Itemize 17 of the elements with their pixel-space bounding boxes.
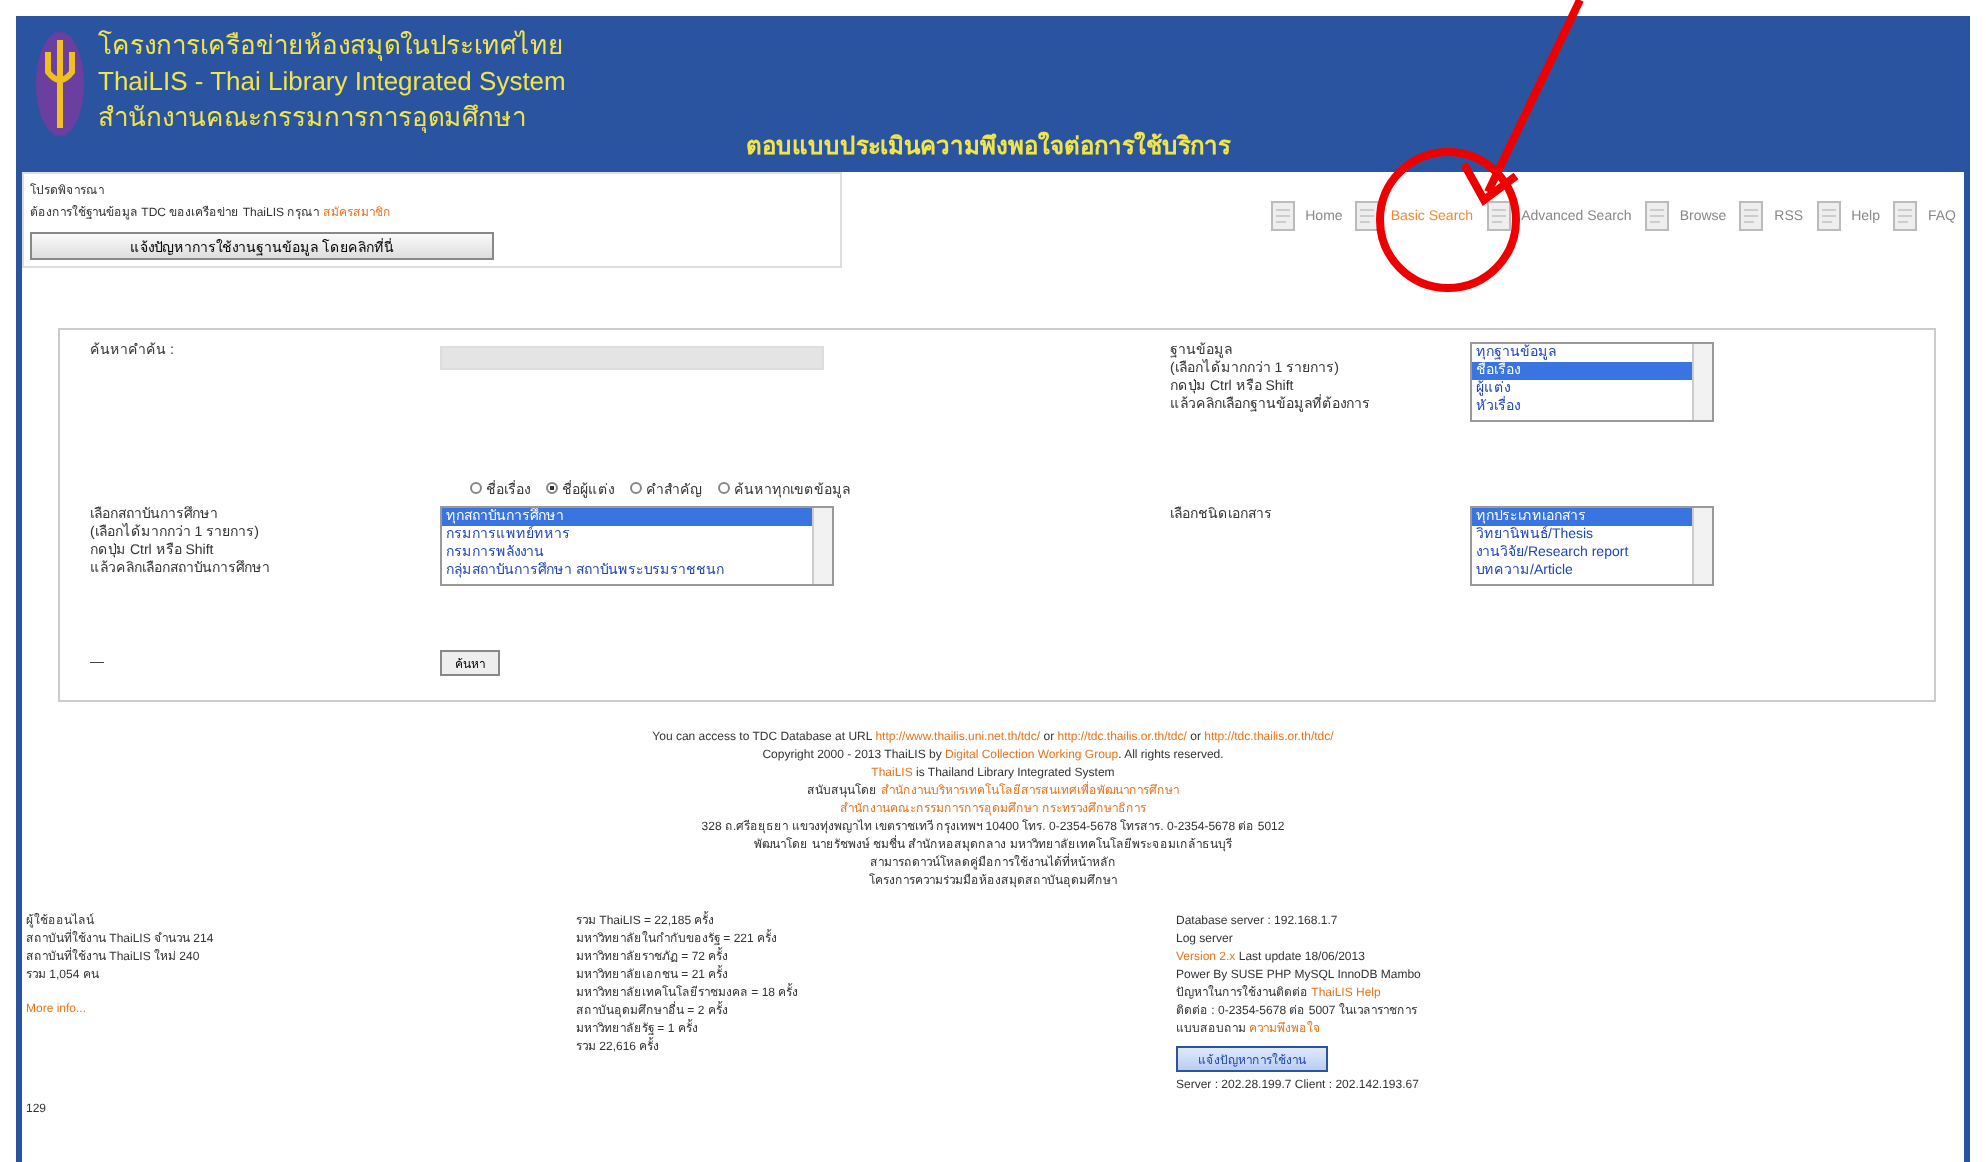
page-icon [1736,196,1769,236]
page-icon [1813,196,1846,236]
page-icon [1483,196,1516,236]
header-title: ThaiLIS - Thai Library Integrated System [98,64,566,98]
page-icon [1889,196,1922,236]
highlight-circle [1376,148,1520,292]
search-field[interactable] [440,346,824,370]
radio-icon[interactable] [470,482,482,494]
survey-link[interactable]: ตอบแบบประเมินความพึงพอใจต่อการใช้บริการ [745,126,1230,164]
header-title: สำนักงานคณะกรรมการการอุดมศึกษา [98,100,528,134]
radio-icon[interactable] [546,482,558,494]
page-icon [1267,196,1300,236]
radio-icon[interactable] [718,482,730,494]
logo-icon [34,28,86,140]
page-icon [1641,196,1674,236]
radio-icon[interactable] [630,482,642,494]
header-title: โครงการเครือข่ายห้องสมุดในประเทศไทย [98,28,566,62]
